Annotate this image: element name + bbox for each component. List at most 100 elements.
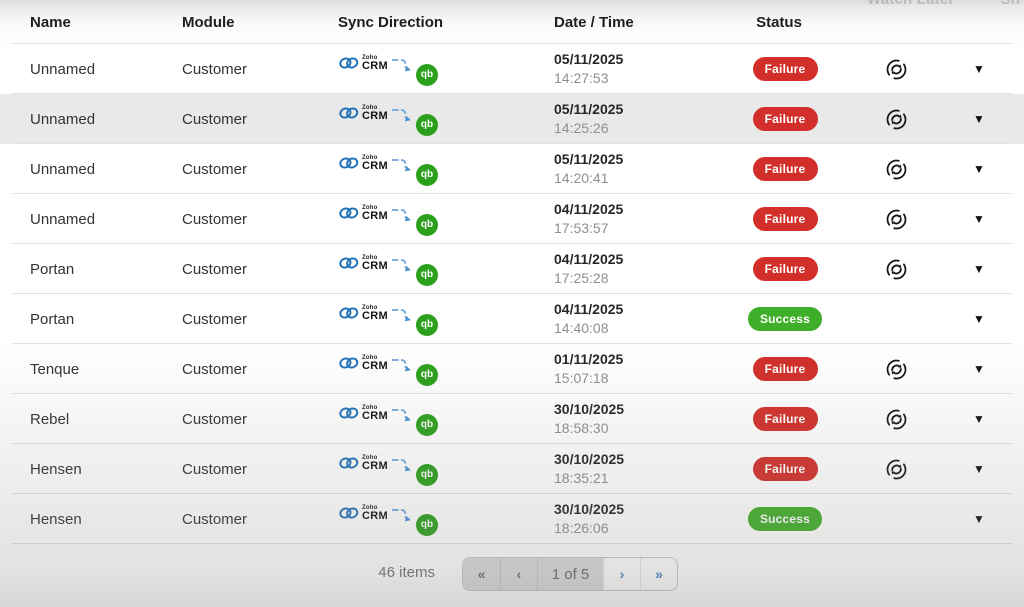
expand-row-button[interactable]: ▼ xyxy=(973,212,985,226)
share-label[interactable]: Sh xyxy=(1000,0,1020,8)
expand-row-button[interactable]: ▼ xyxy=(973,162,985,176)
record-module: Customer xyxy=(182,361,338,378)
sync-direction-cell: Zoho CRM qb xyxy=(338,53,554,86)
retry-sync-icon xyxy=(885,208,908,231)
record-time: 14:25:26 xyxy=(554,121,724,136)
zoho-crm-logo: Zoho CRM xyxy=(338,205,388,222)
table-row[interactable]: Hensen Customer Zoho CRM qb xyxy=(0,494,1024,544)
quickbooks-icon: qb xyxy=(416,64,438,86)
sync-direction-cell: Zoho CRM qb xyxy=(338,403,554,436)
quickbooks-icon: qb xyxy=(416,414,438,436)
retry-sync-icon xyxy=(885,58,908,81)
retry-sync-button[interactable] xyxy=(885,108,908,131)
record-name: Unnamed xyxy=(30,61,182,78)
sync-arrow-icon xyxy=(391,206,415,226)
table-row[interactable]: Tenque Customer Zoho CRM qb xyxy=(0,344,1024,394)
table-row[interactable]: Portan Customer Zoho CRM qb xyxy=(0,294,1024,344)
table-row[interactable]: Unnamed Customer Zoho CRM qb xyxy=(0,94,1024,144)
record-name: Rebel xyxy=(30,411,182,428)
record-name: Tenque xyxy=(30,361,182,378)
table-row[interactable]: Unnamed Customer Zoho CRM qb xyxy=(0,194,1024,244)
table-row[interactable]: Unnamed Customer Zoho CRM qb xyxy=(0,44,1024,94)
retry-sync-button[interactable] xyxy=(885,208,908,231)
record-datetime: 30/10/2025 18:58:30 xyxy=(554,402,724,436)
record-date: 05/11/2025 xyxy=(554,52,724,67)
zoho-crm-logo: Zoho CRM xyxy=(338,505,388,522)
quickbooks-icon: qb xyxy=(416,464,438,486)
record-date: 04/11/2025 xyxy=(554,252,724,267)
status-badge: Failure xyxy=(753,107,818,131)
last-page-button[interactable]: » xyxy=(640,558,677,590)
sync-direction-cell: Zoho CRM qb xyxy=(338,503,554,536)
expand-row-button[interactable]: ▼ xyxy=(973,62,985,76)
expand-row-button[interactable]: ▼ xyxy=(973,512,985,526)
zoho-link-icon xyxy=(338,406,360,420)
record-datetime: 05/11/2025 14:20:41 xyxy=(554,152,724,186)
status-badge: Failure xyxy=(753,157,818,181)
record-date: 05/11/2025 xyxy=(554,152,724,167)
pager-control: « ‹ 1 of 5 › » xyxy=(462,557,678,591)
retry-sync-icon xyxy=(885,258,908,281)
retry-sync-button[interactable] xyxy=(885,158,908,181)
zoho-link-icon xyxy=(338,56,360,70)
expand-row-button[interactable]: ▼ xyxy=(973,462,985,476)
record-name: Unnamed xyxy=(30,111,182,128)
video-player-overlay: Watch Later Sh xyxy=(867,0,1020,8)
zoho-crm-logo: Zoho CRM xyxy=(338,405,388,422)
record-time: 14:40:08 xyxy=(554,321,724,336)
retry-sync-button[interactable] xyxy=(885,458,908,481)
next-page-button[interactable]: › xyxy=(603,558,640,590)
watch-later-label[interactable]: Watch Later xyxy=(867,0,955,8)
table-row[interactable]: Rebel Customer Zoho CRM qb xyxy=(0,394,1024,444)
record-module: Customer xyxy=(182,511,338,528)
retry-sync-icon xyxy=(885,358,908,381)
zoho-crm-logo: Zoho CRM xyxy=(338,355,388,372)
zoho-link-icon xyxy=(338,106,360,120)
retry-sync-button[interactable] xyxy=(885,58,908,81)
record-date: 05/11/2025 xyxy=(554,102,724,117)
expand-row-button[interactable]: ▼ xyxy=(973,262,985,276)
sync-arrow-icon xyxy=(391,456,415,476)
retry-sync-button[interactable] xyxy=(885,258,908,281)
quickbooks-icon: qb xyxy=(416,214,438,236)
zoho-link-icon xyxy=(338,506,360,520)
quickbooks-icon: qb xyxy=(416,164,438,186)
status-badge: Failure xyxy=(753,407,818,431)
record-datetime: 04/11/2025 14:40:08 xyxy=(554,302,724,336)
status-badge: Failure xyxy=(753,57,818,81)
expand-row-button[interactable]: ▼ xyxy=(973,362,985,376)
record-date: 30/10/2025 xyxy=(554,502,724,517)
table-row[interactable]: Unnamed Customer Zoho CRM qb xyxy=(0,144,1024,194)
sync-direction-cell: Zoho CRM qb xyxy=(338,453,554,486)
expand-row-button[interactable]: ▼ xyxy=(973,412,985,426)
zoho-crm-logo: Zoho CRM xyxy=(338,55,388,72)
expand-row-button[interactable]: ▼ xyxy=(973,312,985,326)
sync-direction-cell: Zoho CRM qb xyxy=(338,203,554,236)
sync-direction-cell: Zoho CRM qb xyxy=(338,303,554,336)
status-badge: Failure xyxy=(753,357,818,381)
retry-sync-button[interactable] xyxy=(885,358,908,381)
prev-page-button[interactable]: ‹ xyxy=(500,558,537,590)
record-module: Customer xyxy=(182,161,338,178)
record-name: Unnamed xyxy=(30,211,182,228)
sync-direction-cell: Zoho CRM qb xyxy=(338,353,554,386)
zoho-crm-logo: Zoho CRM xyxy=(338,255,388,272)
sync-direction-cell: Zoho CRM qb xyxy=(338,153,554,186)
record-name: Hensen xyxy=(30,511,182,528)
expand-row-button[interactable]: ▼ xyxy=(973,112,985,126)
sync-arrow-icon xyxy=(391,306,415,326)
quickbooks-icon: qb xyxy=(416,314,438,336)
record-date: 30/10/2025 xyxy=(554,402,724,417)
record-datetime: 05/11/2025 14:27:53 xyxy=(554,52,724,86)
table-row[interactable]: Hensen Customer Zoho CRM qb xyxy=(0,444,1024,494)
record-module: Customer xyxy=(182,111,338,128)
zoho-crm-logo: Zoho CRM xyxy=(338,305,388,322)
first-page-button[interactable]: « xyxy=(463,558,500,590)
record-datetime: 30/10/2025 18:35:21 xyxy=(554,452,724,486)
sync-direction-cell: Zoho CRM qb xyxy=(338,103,554,136)
record-date: 30/10/2025 xyxy=(554,452,724,467)
retry-sync-button[interactable] xyxy=(885,408,908,431)
zoho-link-icon xyxy=(338,306,360,320)
zoho-crm-logo: Zoho CRM xyxy=(338,105,388,122)
table-row[interactable]: Portan Customer Zoho CRM qb xyxy=(0,244,1024,294)
